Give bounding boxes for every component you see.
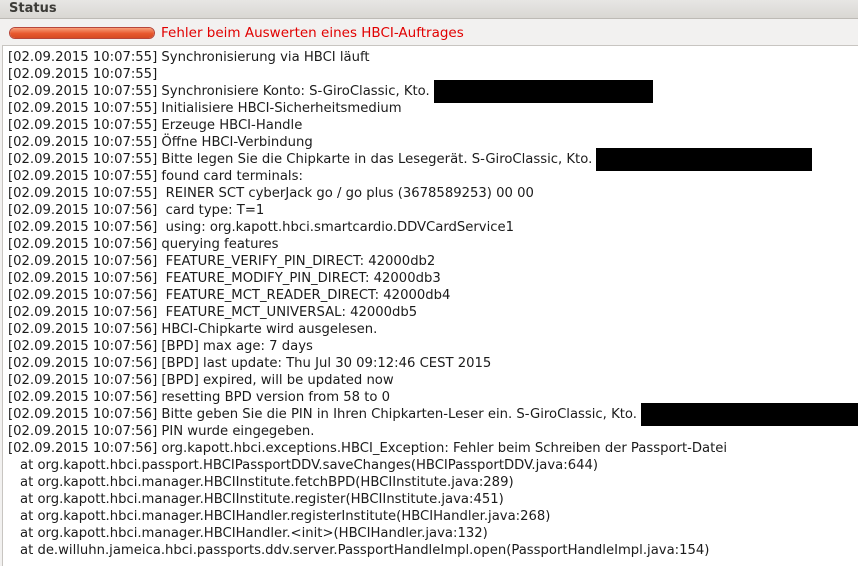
redaction-box bbox=[433, 80, 653, 103]
log-line: [02.09.2015 10:07:56] card type: T=1 bbox=[8, 203, 265, 218]
log-line: [02.09.2015 10:07:56] FEATURE_MCT_UNIVER… bbox=[8, 305, 418, 320]
stack-trace-line: at de.willuhn.jameica.hbci.passports.ddv… bbox=[20, 543, 710, 558]
log-line-text: [02.09.2015 10:07:55] Bitte legen Sie di… bbox=[8, 152, 593, 167]
log-line: [02.09.2015 10:07:56] [BPD] expired, wil… bbox=[8, 373, 394, 388]
log-line: [02.09.2015 10:07:55] found card termina… bbox=[8, 169, 303, 184]
log-output[interactable]: [02.09.2015 10:07:55] Synchronisierung v… bbox=[2, 45, 858, 566]
log-line: [02.09.2015 10:07:55] Synchronisierung v… bbox=[8, 50, 370, 65]
log-line-text: [02.09.2015 10:07:56] Bitte geben Sie di… bbox=[8, 407, 637, 422]
log-line: [02.09.2015 10:07:55] bbox=[8, 67, 158, 82]
log-line-text: [02.09.2015 10:07:55] Synchronisiere Kon… bbox=[8, 84, 430, 99]
stack-trace-line: at org.kapott.hbci.manager.HBCIHandler.<… bbox=[20, 526, 488, 541]
log-line: [02.09.2015 10:07:55] Initialisiere HBCI… bbox=[8, 101, 402, 116]
status-header: Status bbox=[0, 0, 858, 19]
stack-trace-line: at org.kapott.hbci.manager.HBCIInstitute… bbox=[20, 475, 514, 490]
error-message: Fehler beim Auswerten eines HBCI-Auftrag… bbox=[161, 25, 464, 41]
log-line: [02.09.2015 10:07:56] org.kapott.hbci.ex… bbox=[8, 441, 728, 456]
log-line: [02.09.2015 10:07:55] Öffne HBCI-Verbind… bbox=[8, 135, 313, 150]
log-line: [02.09.2015 10:07:56] PIN wurde eingegeb… bbox=[8, 424, 315, 439]
log-line: [02.09.2015 10:07:56] FEATURE_VERIFY_PIN… bbox=[8, 254, 436, 269]
progress-fill bbox=[10, 28, 154, 38]
stack-trace-line: at org.kapott.hbci.manager.HBCIInstitute… bbox=[20, 492, 504, 507]
log-line: [02.09.2015 10:07:55] Erzeuge HBCI-Handl… bbox=[8, 118, 303, 133]
redaction-box bbox=[641, 403, 858, 426]
status-title: Status bbox=[9, 1, 57, 16]
redaction-box bbox=[596, 148, 813, 171]
log-line: [02.09.2015 10:07:55] REINER SCT cyberJa… bbox=[8, 186, 534, 201]
log-line: [02.09.2015 10:07:56] resetting BPD vers… bbox=[8, 390, 391, 405]
log-line: [02.09.2015 10:07:56] querying features bbox=[8, 237, 279, 252]
progress-bar bbox=[9, 27, 155, 39]
log-line: [02.09.2015 10:07:56] FEATURE_MODIFY_PIN… bbox=[8, 271, 441, 286]
log-line: [02.09.2015 10:07:56] [BPD] max age: 7 d… bbox=[8, 339, 313, 354]
log-line: [02.09.2015 10:07:56] using: org.kapott.… bbox=[8, 220, 515, 235]
log-line: [02.09.2015 10:07:56] FEATURE_MCT_READER… bbox=[8, 288, 451, 303]
status-window: Status Fehler beim Auswerten eines HBCI-… bbox=[0, 0, 858, 566]
log-line: [02.09.2015 10:07:56] [BPD] last update:… bbox=[8, 356, 492, 371]
log-line: [02.09.2015 10:07:56] HBCI-Chipkarte wir… bbox=[8, 322, 378, 337]
stack-trace-line: at org.kapott.hbci.passport.HBCIPassport… bbox=[20, 458, 599, 473]
stack-trace-line: at org.kapott.hbci.manager.HBCIHandler.r… bbox=[20, 509, 551, 524]
